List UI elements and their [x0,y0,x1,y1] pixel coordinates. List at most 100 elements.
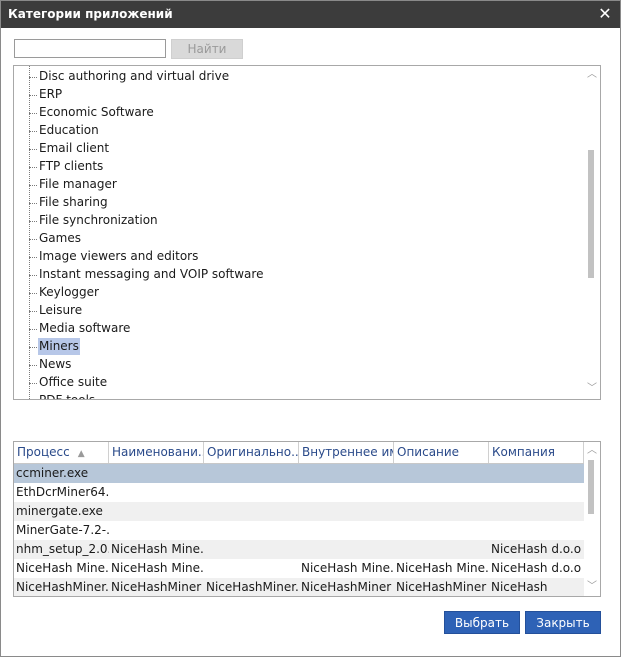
tree-connector [29,185,37,187]
tree-connector [29,257,37,259]
close-icon[interactable]: ✕ [596,5,614,23]
tree-item[interactable]: Keylogger [38,284,100,301]
tree-connector [29,293,37,295]
table-row[interactable]: NiceHashMiner....NiceHashMinerNiceHashMi… [14,578,584,596]
column-header[interactable]: Процесс ▲ [14,442,109,463]
tree-item[interactable]: Office suite [38,374,108,391]
table-cell: NiceHashMiner [111,580,202,594]
table-cell [204,464,299,483]
table-cell [489,464,584,483]
table-cell: NiceHashMiner.... [16,580,109,594]
table-cell [299,502,394,521]
table-scroll-thumb[interactable] [588,460,594,514]
tree-item[interactable]: File synchronization [38,212,159,229]
tree-connector [29,95,37,97]
table-row[interactable]: NiceHash Mine... NiceHash Mine... NiceHash… [14,559,584,578]
table-cell: NiceHash Mine... [396,561,489,575]
column-header-label: Наименовани... [112,445,204,459]
table-cell [489,502,584,521]
table-cell [394,502,489,521]
table-cell [299,540,394,559]
tree-item[interactable]: File sharing [38,194,109,211]
table-cell [204,540,299,559]
title-bar: Категории приложений ✕ [1,1,620,28]
tree-connector [29,77,37,79]
table-cell [109,502,204,521]
tree-item[interactable]: Miners [38,338,80,355]
table-cell [489,521,584,540]
table-cell: NiceHash [491,580,548,594]
table-cell [299,464,394,483]
tree-connector [29,347,37,349]
column-header[interactable]: Компания [489,442,584,463]
tree-item[interactable]: Economic Software [38,104,155,121]
tree-item[interactable]: ERP [38,86,63,103]
table-row[interactable]: ccminer.exe [14,464,584,483]
tree-item[interactable]: Leisure [38,302,83,319]
table-cell: minergate.exe [16,504,103,518]
table-scrollbar[interactable]: ︿ ﹀ [584,442,600,596]
tree-connector [29,149,37,151]
sort-ascending-icon: ▲ [77,449,85,459]
column-header-label: Описание [397,445,460,459]
tree-item[interactable]: Image viewers and editors [38,248,199,265]
table-row[interactable]: EthDcrMiner64.... [14,483,584,502]
search-input[interactable] [14,39,166,58]
tree-item[interactable]: Education [38,122,100,139]
tree-scrollbar[interactable]: ︿ ﹀ [584,66,600,399]
column-header[interactable]: Наименовани... [109,442,204,463]
tree-item[interactable]: File manager [38,176,118,193]
tree-connector [29,383,37,385]
tree-item[interactable]: Instant messaging and VOIP software [38,266,264,283]
table-cell: nhm_setup_2.0.... [16,542,109,556]
table-cell [204,483,299,502]
window-title: Категории приложений [8,7,173,21]
tree-connector [29,203,37,205]
table-row[interactable]: MinerGate-7.2-... [14,521,584,540]
tree-guide-line [29,66,31,399]
column-header-label: Оригинально... [207,445,299,459]
table-cell [394,540,489,559]
tree-item[interactable]: Disc authoring and virtual drive [38,68,230,85]
table-cell [394,464,489,483]
table-scroll-down-icon[interactable]: ﹀ [584,580,600,594]
table-cell [299,483,394,502]
close-button[interactable]: Закрыть [525,611,601,634]
table-cell: NiceHashMiner [301,580,392,594]
tree-item[interactable]: Games [38,230,82,247]
tree-item[interactable]: Email client [38,140,110,157]
column-header-label: Внутреннее имя [302,445,393,459]
tree-scroll-thumb[interactable] [588,150,594,278]
tree-item[interactable]: FTP clients [38,158,104,175]
tree-item[interactable]: Media software [38,320,131,337]
scroll-up-icon[interactable]: ︿ [584,68,600,82]
table-row[interactable]: minergate.exe [14,502,584,521]
table-header: Процесс ▲ Наименовани... Оригинально... Внут… [14,442,584,464]
tree-connector [29,329,37,331]
table-cell: NiceHashMiner.... [206,580,299,594]
table-cell: NiceHash d.o.o [491,542,582,556]
tree-item[interactable]: News [38,356,72,373]
table-cell: MinerGate-7.2-... [16,523,109,537]
table-cell [394,483,489,502]
search-button[interactable]: Найти [171,39,243,59]
column-header[interactable]: Описание [394,442,489,463]
column-header-label: Процесс [17,445,70,459]
table-cell [109,464,204,483]
table-scroll-up-icon[interactable]: ︿ [584,444,600,458]
tree-item[interactable]: PDF tools [38,392,96,399]
tree-connector [29,113,37,115]
category-tree[interactable]: ︿ ﹀ Disc authoring and virtual drive ERP E… [13,65,601,400]
tree-connector [29,239,37,241]
table-cell [109,483,204,502]
column-header[interactable]: Оригинально... [204,442,299,463]
tree-connector [29,221,37,223]
tree-connector [29,365,37,367]
scroll-down-icon[interactable]: ﹀ [584,382,600,396]
table-cell: NiceHashMiner [396,580,487,594]
table-cell [109,521,204,540]
table-cell [394,521,489,540]
table-row[interactable]: nhm_setup_2.0....NiceHash Mine... NiceHas… [14,540,584,559]
column-header[interactable]: Внутреннее имя [299,442,394,463]
select-button[interactable]: Выбрать [444,611,520,634]
